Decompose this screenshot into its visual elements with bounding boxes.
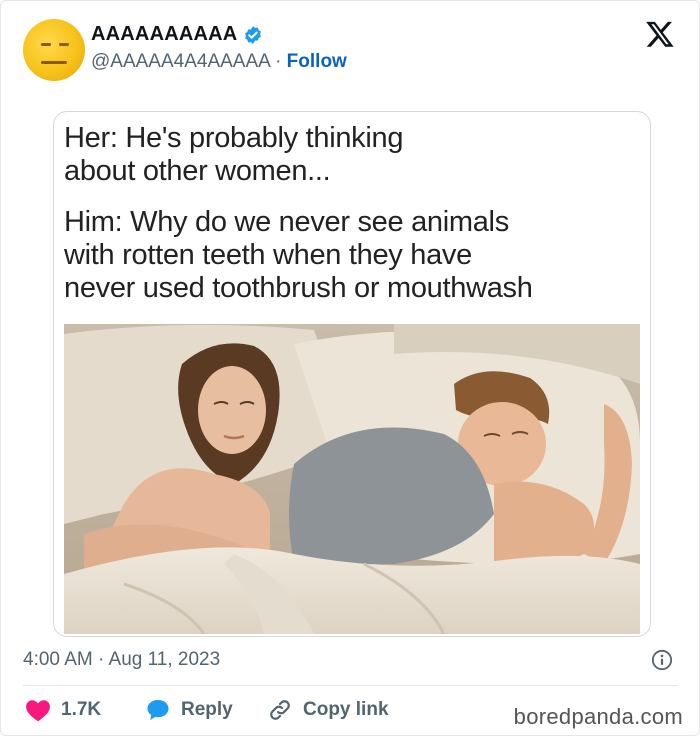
reply-button[interactable]: Reply bbox=[145, 698, 233, 722]
follow-button[interactable]: Follow bbox=[287, 51, 347, 72]
x-logo-icon[interactable] bbox=[645, 19, 675, 49]
meme-line: about other women... bbox=[64, 155, 331, 187]
couple-in-bed-photo bbox=[64, 324, 640, 634]
divider bbox=[23, 685, 677, 686]
meme-line: never used toothbrush or mouthwash bbox=[64, 272, 533, 304]
like-button[interactable]: 1.7K bbox=[25, 698, 101, 722]
avatar-eye-left bbox=[41, 43, 51, 46]
user-handle[interactable]: @AAAAA4A4AAAAA bbox=[91, 51, 270, 72]
info-icon[interactable] bbox=[651, 649, 673, 671]
watermark: boredpanda.com bbox=[513, 704, 683, 729]
speech-bubble-icon bbox=[147, 700, 169, 720]
tweet-media[interactable]: Her: He's probably thinking about other … bbox=[53, 111, 651, 637]
verified-badge-icon bbox=[245, 26, 261, 44]
copy-link-button[interactable]: Copy link bbox=[267, 698, 389, 722]
meme-line: Him: Why do we never see animals bbox=[64, 206, 509, 238]
meme-line: Her: He's probably thinking bbox=[64, 122, 404, 154]
like-count: 1.7K bbox=[61, 699, 102, 720]
avatar[interactable] bbox=[23, 19, 85, 81]
tweet-timestamp[interactable]: 4:00 AM · Aug 11, 2023 bbox=[23, 649, 220, 671]
heart-icon bbox=[26, 700, 50, 722]
meme-caption-her: Her: He's probably thinking about other … bbox=[64, 122, 403, 188]
tweet-card: AAAAAAAAAA @AAAAA4A4AAAAA · Follow Her: … bbox=[0, 0, 700, 736]
avatar-mouth bbox=[41, 61, 67, 64]
avatar-eye-right bbox=[59, 43, 69, 46]
meme-line: with rotten teeth when they have bbox=[64, 239, 472, 271]
link-icon bbox=[270, 700, 290, 720]
reply-label: Reply bbox=[181, 699, 233, 720]
meme-caption-him: Him: Why do we never see animals with ro… bbox=[64, 206, 533, 305]
handle-row: @AAAAA4A4AAAAA · Follow bbox=[91, 51, 347, 73]
copy-link-label: Copy link bbox=[303, 699, 389, 720]
display-name[interactable]: AAAAAAAAAA bbox=[91, 23, 237, 46]
separator-dot: · bbox=[275, 51, 282, 72]
